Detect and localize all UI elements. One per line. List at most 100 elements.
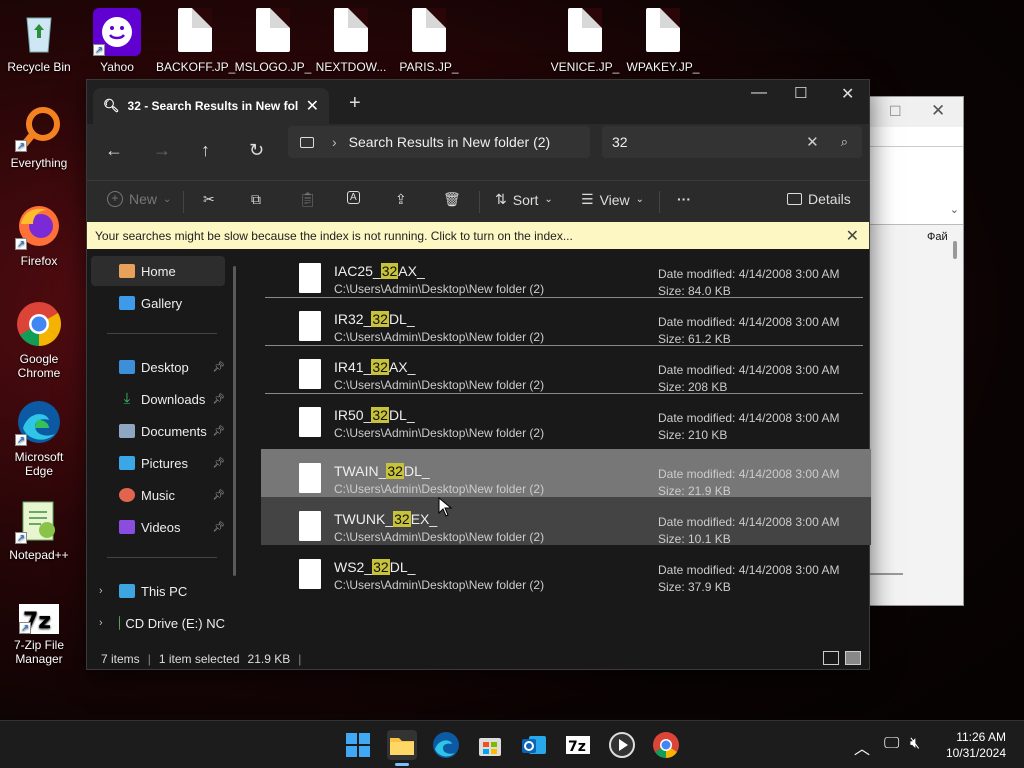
desktop-file-backoff[interactable]: BACKOFF.JP_: [156, 8, 235, 74]
paste-button[interactable]: 📋︎: [299, 191, 317, 208]
sidebar-item-music[interactable]: Music 📌︎: [91, 480, 225, 510]
details-pane-button[interactable]: Details: [787, 191, 851, 207]
7zip-icon: 7z ↗: [19, 604, 59, 634]
file-explorer-window[interactable]: 🔍︎ 32 - Search Results in New folder (2)…: [86, 79, 871, 670]
chevron-right-icon[interactable]: ›: [99, 617, 103, 629]
sidebar-item-gallery[interactable]: Gallery: [91, 288, 225, 318]
chevron-down-icon: ⌄: [163, 193, 172, 205]
close-infobar-button[interactable]: ✕: [846, 226, 859, 246]
more-options-button[interactable]: ···: [677, 191, 691, 207]
desktop-icon-firefox[interactable]: ↗ Firefox: [0, 202, 78, 268]
pin-icon[interactable]: 📌︎: [212, 426, 225, 437]
maximize-icon[interactable]: ☐: [889, 103, 902, 120]
pin-icon[interactable]: 📌︎: [212, 522, 225, 533]
taskbar-outlook[interactable]: [519, 730, 549, 760]
close-tab-button[interactable]: ✕: [306, 96, 319, 116]
file-icon: [299, 407, 321, 437]
forward-button[interactable]: →: [153, 140, 171, 161]
taskbar-store[interactable]: [475, 730, 505, 760]
details-view-icon[interactable]: [823, 651, 839, 665]
view-button[interactable]: ☰ View ⌄: [581, 191, 644, 208]
search-icon[interactable]: ⌕: [841, 134, 848, 150]
sidebar-item-downloads[interactable]: ⤓ Downloads 📌︎: [91, 384, 225, 414]
chevron-down-icon[interactable]: ⌄: [950, 203, 959, 216]
address-bar[interactable]: › Search Results in New folder (2): [288, 126, 590, 158]
desktop-file-mslogo[interactable]: MSLOGO.JP_: [234, 8, 312, 74]
desktop-icon-7zip[interactable]: 7z ↗ 7-Zip File Manager: [0, 604, 78, 666]
cut-button[interactable]: ✂: [203, 191, 215, 208]
minimize-button[interactable]: —: [751, 84, 767, 102]
pin-icon[interactable]: 📌︎: [212, 490, 225, 501]
search-icon: 🔍︎: [103, 98, 120, 113]
gallery-icon: [119, 296, 135, 310]
list-item[interactable]: IR50_32DL_ C:\Users\Admin\Desktop\New fo…: [261, 393, 871, 442]
sidebar-item-desktop[interactable]: Desktop 📌︎: [91, 352, 225, 382]
list-item-hover[interactable]: TWUNK_32EX_ C:\Users\Admin\Desktop\New f…: [261, 497, 871, 546]
chevron-up-icon[interactable]: ︿: [854, 735, 870, 759]
list-item[interactable]: IAC25_32AX_ C:\Users\Admin\Desktop\New f…: [261, 249, 871, 298]
sidebar-item-pictures[interactable]: Pictures 📌︎: [91, 448, 225, 478]
clipboard-icon: 📋︎: [299, 191, 317, 207]
speaker-muted-icon[interactable]: 🔇︎: [910, 735, 920, 753]
search-input[interactable]: 32: [612, 134, 806, 150]
sidebar-item-this-pc[interactable]: › This PC: [91, 576, 225, 606]
taskbar-edge[interactable]: [431, 730, 461, 760]
sidebar-item-home[interactable]: Home: [91, 256, 225, 286]
network-icon[interactable]: 🖵︎: [884, 735, 899, 753]
chevron-right-icon[interactable]: ›: [99, 585, 103, 597]
computer-icon: [300, 136, 314, 148]
sidebar-item-documents[interactable]: Documents 📌︎: [91, 416, 225, 446]
up-button[interactable]: ↑: [201, 140, 210, 161]
taskbar-chrome[interactable]: [651, 730, 681, 760]
background-window-scrollbar[interactable]: [953, 241, 957, 259]
share-button[interactable]: ⇪: [395, 191, 407, 208]
taskbar-7zip[interactable]: 7z: [563, 730, 593, 760]
outlook-icon: [522, 736, 546, 754]
delete-button[interactable]: 🗑︎: [443, 191, 461, 208]
maximize-button[interactable]: ☐: [794, 84, 807, 102]
desktop-icon-google-chrome[interactable]: Google Chrome: [0, 300, 78, 380]
desktop-icon-yahoo[interactable]: ↗ Yahoo: [78, 8, 156, 74]
index-warning-bar[interactable]: Your searches might be slow because the …: [87, 222, 869, 249]
tiles-view-icon[interactable]: [845, 651, 861, 665]
pin-icon[interactable]: 📌︎: [212, 394, 225, 405]
close-icon[interactable]: ✕: [931, 101, 945, 121]
close-window-button[interactable]: ✕: [841, 84, 854, 104]
clear-search-button[interactable]: ✕: [806, 133, 819, 151]
search-box[interactable]: 32 ✕ ⌕: [602, 126, 862, 158]
new-button[interactable]: + New ⌄: [107, 191, 171, 207]
rename-button[interactable]: A: [347, 191, 360, 204]
windows-logo-icon: [346, 733, 370, 757]
desktop-file-venice[interactable]: VENICE.JP_: [546, 8, 624, 74]
pin-icon[interactable]: 📌︎: [212, 458, 225, 469]
tab-search-results[interactable]: 🔍︎ 32 - Search Results in New folder (2)…: [93, 88, 329, 124]
shortcut-arrow-icon: ↗: [93, 44, 105, 56]
desktop-icon-microsoft-edge[interactable]: ↗ Microsoft Edge: [0, 398, 78, 478]
desktop-icon-everything[interactable]: ↗ Everything: [0, 104, 78, 170]
desktop-file-nextdow[interactable]: NEXTDOW...: [312, 8, 390, 74]
refresh-button[interactable]: ↻: [249, 140, 264, 161]
desktop-icon-recycle-bin[interactable]: Recycle Bin: [0, 8, 78, 74]
svg-text:7z: 7z: [568, 739, 586, 755]
system-clock[interactable]: 11:26 AM 10/31/2024: [946, 729, 1006, 761]
list-item[interactable]: WS2_32DL_ C:\Users\Admin\Desktop\New fol…: [261, 545, 871, 594]
taskbar-file-explorer[interactable]: [387, 730, 417, 766]
desktop-file-wpakey[interactable]: WPAKEY.JP_: [624, 8, 702, 74]
sidebar-item-cd-drive[interactable]: › CD Drive (E:) NC: [91, 608, 225, 638]
copy-button[interactable]: ⧉: [251, 191, 261, 208]
computer-icon: [119, 584, 135, 598]
back-button[interactable]: ←: [105, 140, 123, 161]
sidebar-scrollbar[interactable]: [233, 266, 236, 576]
list-item[interactable]: IR32_32DL_ C:\Users\Admin\Desktop\New fo…: [261, 297, 871, 346]
start-button[interactable]: [343, 730, 373, 760]
desktop-file-paris[interactable]: PARIS.JP_: [390, 8, 468, 74]
desktop-icon-notepadpp[interactable]: ↗ Notepad++: [0, 496, 78, 562]
new-tab-button[interactable]: +: [349, 92, 361, 115]
sidebar-item-videos[interactable]: Videos 📌︎: [91, 512, 225, 542]
sort-button[interactable]: ⇅ Sort ⌄: [495, 191, 553, 208]
list-item-selected[interactable]: TWAIN_32DL_ C:\Users\Admin\Desktop\New f…: [261, 449, 871, 498]
pin-icon[interactable]: 📌︎: [212, 362, 225, 373]
list-item[interactable]: IR41_32AX_ C:\Users\Admin\Desktop\New fo…: [261, 345, 871, 394]
background-window[interactable]: ☐ ✕ ⌄ Фай: [868, 96, 964, 606]
taskbar-media-player[interactable]: [607, 730, 637, 760]
